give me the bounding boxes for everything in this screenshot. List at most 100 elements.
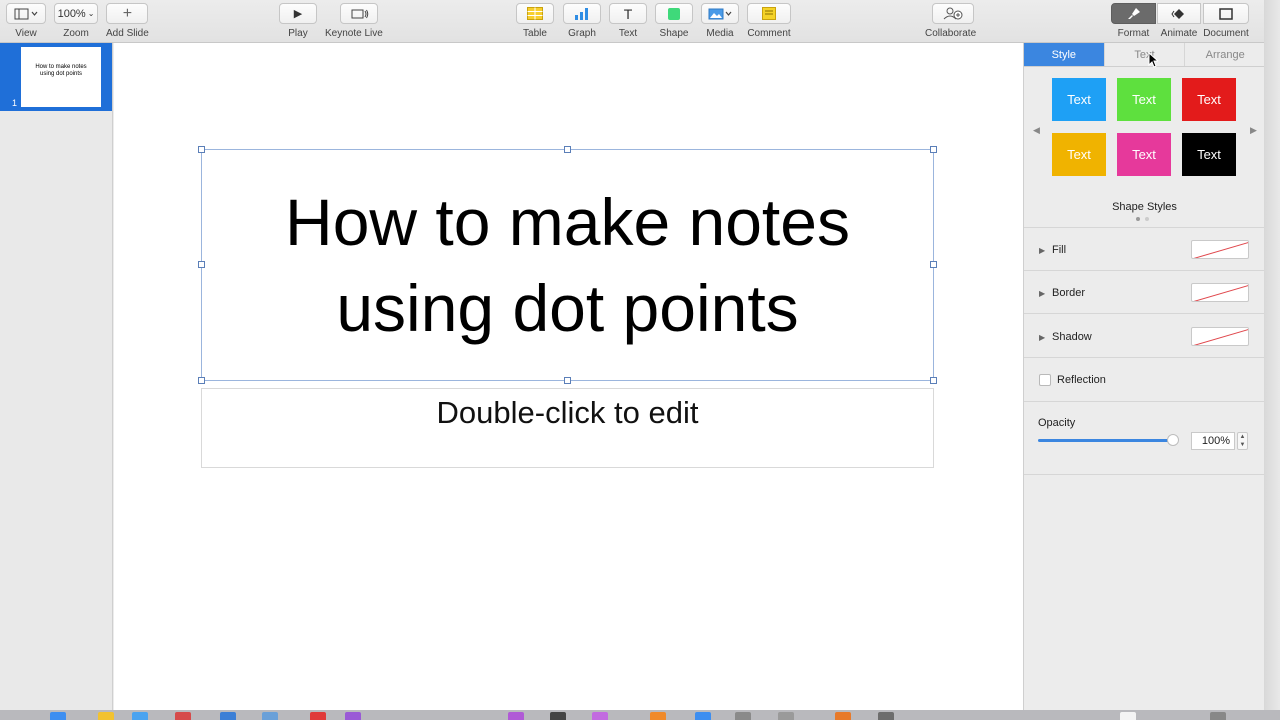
view-control[interactable]: View [6, 3, 46, 39]
resize-handle-top-left[interactable] [198, 146, 205, 153]
dock-app-icon[interactable] [550, 712, 566, 720]
zoom-control[interactable]: 100% ⌄ Zoom [54, 3, 98, 39]
comment-button[interactable] [747, 3, 791, 24]
trash-icon[interactable] [1210, 712, 1226, 720]
dock-app-icon[interactable] [650, 712, 666, 720]
reflection-checkbox[interactable] [1039, 374, 1051, 386]
resize-handle-bottom-left[interactable] [198, 377, 205, 384]
view-button[interactable] [6, 3, 46, 24]
opacity-label: Opacity [1038, 417, 1076, 429]
fill-color-well[interactable] [1191, 240, 1249, 259]
dock-app-icon[interactable] [50, 712, 66, 720]
document-button[interactable] [1203, 3, 1249, 24]
border-row[interactable]: ▶ Border [1024, 283, 1265, 307]
dock-app-icon[interactable] [835, 712, 851, 720]
shape-style-red[interactable]: Text [1182, 78, 1236, 121]
dock-app-icon[interactable] [262, 712, 278, 720]
disclosure-triangle-icon[interactable]: ▶ [1039, 289, 1045, 298]
shape-style-blue[interactable]: Text [1052, 78, 1106, 121]
resize-handle-bottom[interactable] [564, 377, 571, 384]
graph-label: Graph [568, 28, 596, 39]
slide-canvas[interactable]: How to make notes using dot points Doubl… [114, 43, 1023, 710]
title-text-box[interactable]: How to make notes using dot points [198, 146, 937, 384]
dock-app-icon[interactable] [878, 712, 894, 720]
collaborate-button[interactable] [932, 3, 975, 24]
slide-thumbnail-row[interactable]: How to make notes using dot points 1 [0, 43, 112, 111]
reflection-row[interactable]: Reflection [1024, 371, 1265, 395]
text-button[interactable]: T [609, 3, 647, 24]
play-control[interactable]: ▶ Play [279, 3, 317, 39]
divider [1024, 357, 1265, 358]
add-slide-control[interactable]: + Add Slide [106, 3, 149, 39]
format-button[interactable] [1111, 3, 1156, 24]
document-control[interactable]: Document [1203, 3, 1249, 39]
tab-arrange[interactable]: Arrange [1185, 43, 1265, 66]
animate-control[interactable]: Animate [1157, 3, 1201, 39]
dock-app-icon[interactable] [310, 712, 326, 720]
opacity-slider-knob[interactable] [1167, 434, 1179, 446]
border-color-well[interactable] [1191, 283, 1249, 302]
table-button[interactable] [516, 3, 554, 24]
table-control[interactable]: Table [516, 3, 554, 39]
play-button[interactable]: ▶ [279, 3, 317, 24]
zoom-select[interactable]: 100% ⌄ [54, 3, 98, 24]
shadow-row[interactable]: ▶ Shadow [1024, 327, 1265, 351]
slide-title[interactable]: How to make notes using dot points [285, 179, 850, 351]
shadow-color-well[interactable] [1191, 327, 1249, 346]
opacity-slider[interactable] [1038, 439, 1172, 442]
dock-app-icon[interactable] [735, 712, 751, 720]
keynote-live-button[interactable] [340, 3, 379, 24]
text-control[interactable]: T Text [609, 3, 647, 39]
shape-style-black[interactable]: Text [1182, 133, 1236, 176]
slide-thumbnail[interactable]: How to make notes using dot points [21, 47, 101, 107]
page-dot[interactable] [1136, 217, 1140, 221]
divider [1024, 313, 1265, 314]
table-label: Table [523, 28, 547, 39]
dock-app-icon[interactable] [132, 712, 148, 720]
collaborate-control[interactable]: Collaborate [925, 3, 976, 39]
page-dots[interactable] [1136, 217, 1149, 221]
dock-app-icon[interactable] [98, 712, 114, 720]
shape-style-green[interactable]: Text [1117, 78, 1171, 121]
opacity-field[interactable]: 100% [1191, 432, 1235, 450]
dock-app-icon[interactable] [778, 712, 794, 720]
dock-app-icon[interactable] [695, 712, 711, 720]
background-window-edge [1264, 0, 1280, 710]
media-control[interactable]: Media [701, 3, 739, 39]
disclosure-triangle-icon[interactable]: ▶ [1039, 333, 1045, 342]
next-styles-icon[interactable]: ▶ [1250, 125, 1257, 136]
add-slide-button[interactable]: + [106, 3, 149, 24]
media-button[interactable] [701, 3, 739, 24]
dock-app-icon[interactable] [345, 712, 361, 720]
fill-label: Fill [1052, 244, 1067, 256]
shape-style-yellow[interactable]: Text [1052, 133, 1106, 176]
graph-button[interactable] [563, 3, 601, 24]
disclosure-triangle-icon[interactable]: ▶ [1039, 246, 1045, 255]
resize-handle-bottom-right[interactable] [930, 377, 937, 384]
tab-style[interactable]: Style [1024, 43, 1105, 66]
resize-handle-top[interactable] [564, 146, 571, 153]
dock-app-icon[interactable] [508, 712, 524, 720]
resize-handle-top-right[interactable] [930, 146, 937, 153]
dock-app-icon[interactable] [220, 712, 236, 720]
dock-app-icon[interactable] [1120, 712, 1136, 720]
keynote-live-control[interactable]: Keynote Live [325, 3, 383, 39]
animate-button[interactable] [1157, 3, 1201, 24]
shape-button[interactable] [655, 3, 693, 24]
fill-row[interactable]: ▶ Fill [1024, 240, 1265, 264]
graph-control[interactable]: Graph [563, 3, 601, 39]
resize-handle-left[interactable] [198, 261, 205, 268]
subtitle-text-box[interactable]: Double-click to edit [201, 388, 934, 468]
no-shadow-slash-icon [1193, 329, 1248, 345]
previous-styles-icon[interactable]: ◀ [1033, 125, 1040, 136]
dock-app-icon[interactable] [175, 712, 191, 720]
opacity-stepper[interactable]: ▲ ▼ [1237, 432, 1248, 450]
tab-text[interactable]: Text [1105, 43, 1186, 66]
format-control[interactable]: Format [1111, 3, 1156, 39]
shape-style-pink[interactable]: Text [1117, 133, 1171, 176]
dock-app-icon[interactable] [592, 712, 608, 720]
comment-control[interactable]: Comment [747, 3, 791, 39]
page-dot[interactable] [1145, 217, 1149, 221]
resize-handle-right[interactable] [930, 261, 937, 268]
shape-control[interactable]: Shape [655, 3, 693, 39]
